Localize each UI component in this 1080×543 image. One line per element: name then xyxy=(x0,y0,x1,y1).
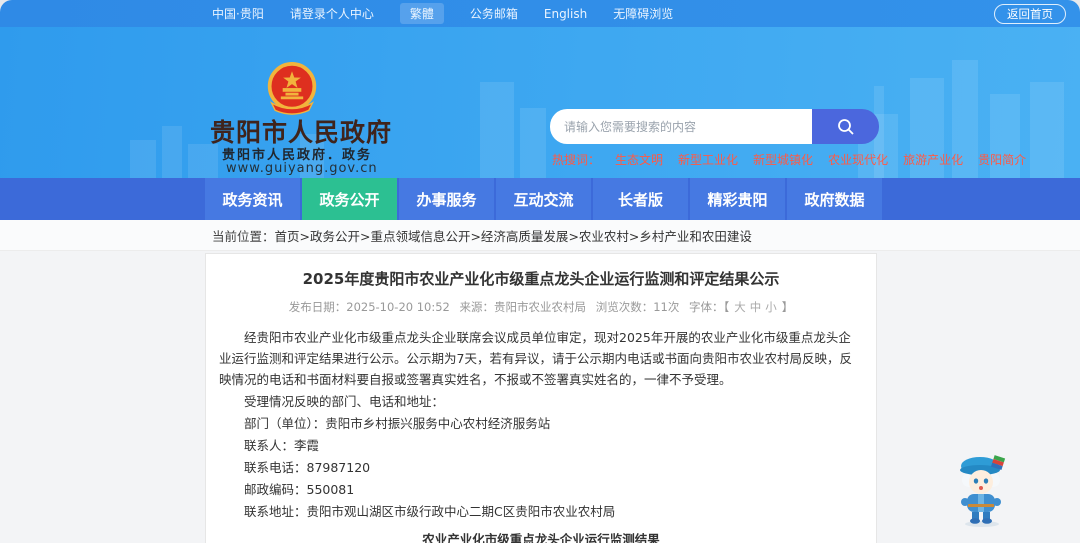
main-content: 2025年度贵阳市农业产业化市级重点龙头企业运行监测和评定结果公示 发布日期：2… xyxy=(0,251,1080,543)
search-bar xyxy=(550,109,879,144)
search-button[interactable] xyxy=(812,109,879,144)
national-emblem-icon xyxy=(267,62,317,115)
article-meta: 发布日期：2025-10-20 10:52 来源：贵阳市农业农村局 浏览次数：1… xyxy=(206,299,876,315)
breadcrumb-label: 当前位置： xyxy=(212,228,275,244)
paragraph: 经贵阳市农业产业化市级重点龙头企业联席会议成员单位审定，现对2025年开展的农业… xyxy=(219,330,852,387)
mascot-character[interactable] xyxy=(952,452,1012,528)
browser-page: 中国·贵阳 请登录个人中心 繁體 公务邮箱 English 无障碍浏览 返回首页 xyxy=(0,0,1080,543)
font-size-medium-button[interactable]: 中 xyxy=(750,300,762,314)
paragraph: 受理情况反映的部门、电话和地址： xyxy=(244,394,445,409)
paragraph: 邮政编码：550081 xyxy=(244,482,355,497)
nav-item-zhengfu-shuju[interactable]: 政府数据 xyxy=(787,178,882,220)
topbar-links: 中国·贵阳 请登录个人中心 繁體 公务邮箱 English 无障碍浏览 xyxy=(212,3,673,24)
article-body: 经贵阳市农业产业化市级重点龙头企业联席会议成员单位审定，现对2025年开展的农业… xyxy=(206,315,876,522)
hot-word-link[interactable]: 生态文明 xyxy=(615,151,663,168)
search-input[interactable] xyxy=(550,109,812,144)
hot-word-link[interactable]: 农业现代化 xyxy=(828,151,888,168)
font-size-small-button[interactable]: 小 xyxy=(765,300,777,314)
table-caption: 农业产业化市级重点龙头企业运行监测结果 xyxy=(422,532,660,543)
view-count: 浏览次数：11次 xyxy=(595,300,680,314)
breadcrumb: 当前位置： 首页>政务公开>重点领域信息公开>经济高质量发展>农业农村>乡村产业… xyxy=(0,220,1080,251)
publish-date: 发布日期：2025-10-20 10:52 xyxy=(288,300,450,314)
nav-item-jingcai-guiyang[interactable]: 精彩贵阳 xyxy=(690,178,785,220)
font-size-label-end: 】 xyxy=(781,300,794,314)
article-source: 来源：贵阳市农业农村局 xyxy=(459,300,587,314)
nav-item-zhengwu-zixun[interactable]: 政务资讯 xyxy=(205,178,300,220)
paragraph: 部门（单位）：贵阳市乡村振兴服务中心农村经济服务站 xyxy=(244,416,551,431)
hot-word-link[interactable]: 贵阳简介 xyxy=(978,151,1026,168)
link-login-personal-center[interactable]: 请登录个人中心 xyxy=(290,5,374,22)
site-header: 贵阳市人民政府 贵阳市人民政府．政务 www.guiyang.gov.cn 热搜… xyxy=(0,27,1080,178)
hot-search-words: 热搜词： 生态文明 新型工业化 新型城镇化 农业现代化 旅游产业化 贵阳简介 xyxy=(552,151,1026,168)
link-china-guiyang[interactable]: 中国·贵阳 xyxy=(212,5,264,22)
link-traditional-chinese[interactable]: 繁體 xyxy=(399,3,444,24)
nav-item-zhengwu-gongkai[interactable]: 政务公开 xyxy=(302,178,397,220)
return-home-button[interactable]: 返回首页 xyxy=(994,3,1066,24)
article-card: 2025年度贵阳市农业产业化市级重点龙头企业运行监测和评定结果公示 发布日期：2… xyxy=(205,253,877,543)
link-official-mail[interactable]: 公务邮箱 xyxy=(470,5,518,22)
paragraph: 联系人：李霞 xyxy=(244,438,320,453)
breadcrumb-path[interactable]: 首页>政务公开>重点领域信息公开>经济高质量发展>农业农村>乡村产业和农田建设 xyxy=(275,226,752,245)
font-size-label: 字体：【 xyxy=(689,300,730,314)
nav-item-zhangzheban[interactable]: 长者版 xyxy=(593,178,688,220)
link-english[interactable]: English xyxy=(544,7,587,21)
search-icon xyxy=(837,118,854,135)
link-accessibility[interactable]: 无障碍浏览 xyxy=(613,5,673,22)
font-size-large-button[interactable]: 大 xyxy=(734,300,746,314)
article-title: 2025年度贵阳市农业产业化市级重点龙头企业运行监测和评定结果公示 xyxy=(302,270,780,288)
paragraph: 联系电话：87987120 xyxy=(244,460,371,475)
top-utility-bar: 中国·贵阳 请登录个人中心 繁體 公务邮箱 English 无障碍浏览 返回首页 xyxy=(0,0,1080,27)
hot-words-label: 热搜词： xyxy=(552,153,601,167)
site-url: www.guiyang.gov.cn xyxy=(226,161,378,176)
hot-word-link[interactable]: 旅游产业化 xyxy=(903,151,963,168)
paragraph: 联系地址：贵阳市观山湖区市级行政中心二期C区贵阳市农业农村局 xyxy=(244,504,616,519)
nav-item-hudong-jiaoliu[interactable]: 互动交流 xyxy=(496,178,591,220)
hot-word-link[interactable]: 新型工业化 xyxy=(678,151,738,168)
nav-item-banshi-fuwu[interactable]: 办事服务 xyxy=(399,178,494,220)
hot-word-link[interactable]: 新型城镇化 xyxy=(753,151,813,168)
main-nav: 政务资讯 政务公开 办事服务 互动交流 长者版 精彩贵阳 政府数据 xyxy=(0,178,1080,220)
